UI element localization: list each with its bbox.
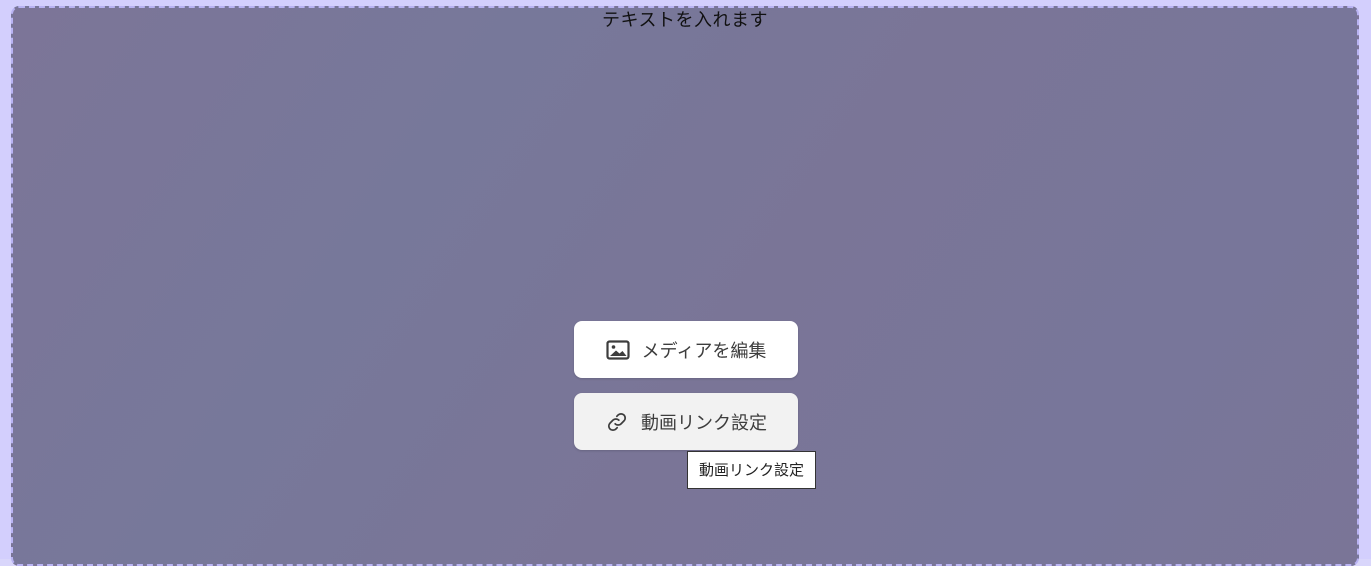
edit-media-label: メディアを編集 <box>641 340 767 362</box>
tooltip: 動画リンク設定 <box>687 451 817 489</box>
image-icon <box>606 338 630 362</box>
editor-canvas: テキストを入れます メディアを編集 動画リンク設定 動画リンク設定 <box>0 0 1371 566</box>
video-link-settings-label: 動画リンク設定 <box>641 412 767 434</box>
link-icon <box>605 410 629 434</box>
edit-media-button[interactable]: メディアを編集 <box>574 321 798 378</box>
block-title-text[interactable]: テキストを入れます <box>13 10 1357 32</box>
video-link-settings-button[interactable]: 動画リンク設定 <box>574 393 798 450</box>
cover-block[interactable]: テキストを入れます メディアを編集 動画リンク設定 動画リンク設定 <box>11 6 1359 566</box>
